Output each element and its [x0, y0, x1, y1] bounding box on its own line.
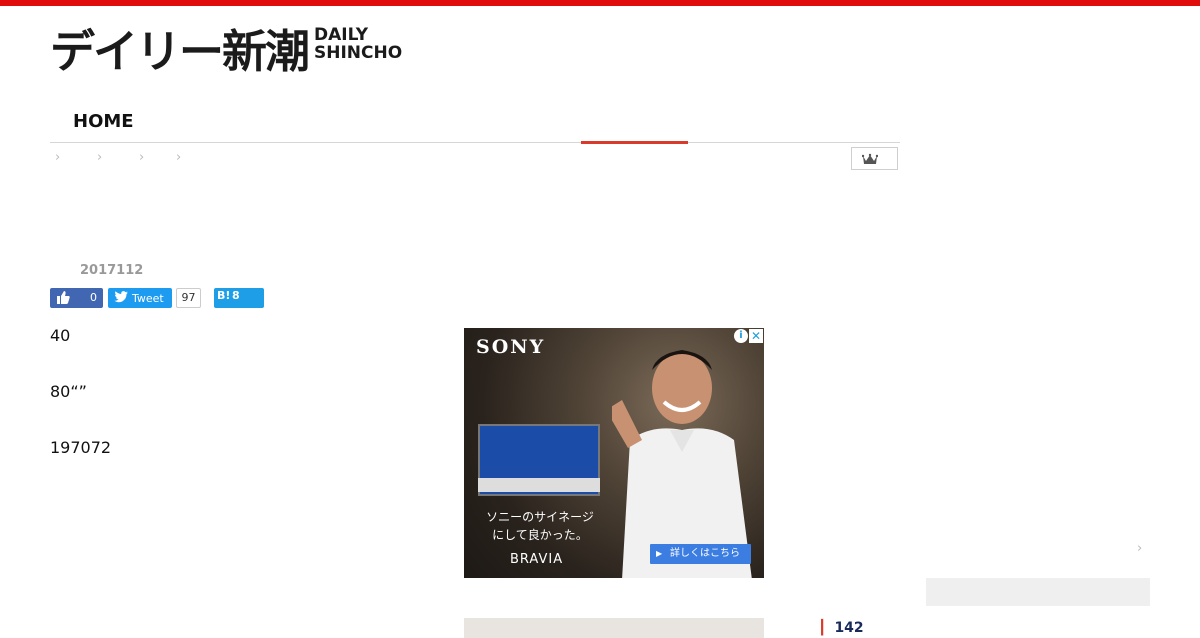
article-paragraph: 197072	[50, 438, 112, 457]
breadcrumb-chevron-icon[interactable]: ›	[176, 150, 181, 165]
tweet-button[interactable]: Tweet	[108, 288, 172, 308]
hatena-bookmark-icon: B!	[217, 289, 231, 302]
ad-tagline-line2: にして良かった。	[492, 528, 588, 542]
breadcrumb-chevron-icon[interactable]: ›	[55, 150, 60, 165]
sidebar-tab-bar[interactable]	[926, 578, 1150, 606]
ad-tv-strip	[478, 478, 600, 492]
ad-tagline: ソニーのサイネージ にして良かった。	[478, 508, 602, 544]
hatena-bookmark-count: 8	[232, 289, 240, 302]
logo-japanese: デイリー新潮	[50, 25, 310, 78]
site-logo[interactable]: デイリー新潮 DAILY SHINCHO	[50, 24, 402, 80]
nav-active-indicator	[581, 141, 688, 144]
logo-english-line1: DAILY	[314, 25, 369, 45]
ranking-button[interactable]	[851, 147, 898, 170]
global-nav: HOME	[50, 108, 900, 144]
top-accent-bar	[0, 0, 1200, 6]
facebook-like-count: 0	[90, 291, 97, 304]
tweet-count: 97	[176, 288, 201, 308]
ad-person-image	[612, 350, 752, 578]
hatena-bookmark-button[interactable]: B! 8	[214, 288, 264, 308]
sony-bravia-ad[interactable]: SONY ソニーのサイネージ にして良かった。 BRAVIA ▶ 詳しくはこちら…	[464, 328, 764, 578]
article-body: 40 80“” 197072	[50, 322, 446, 490]
article-paragraph: 40	[50, 326, 71, 345]
logo-english-line2: SHINCHO	[314, 43, 403, 63]
ad-details-button[interactable]: ▶ 詳しくはこちら	[650, 544, 751, 564]
second-ad-slot[interactable]	[464, 618, 764, 638]
crown-icon	[862, 153, 878, 164]
ad-brand: SONY	[476, 336, 546, 358]
sidebar-count-value: 142	[834, 620, 864, 636]
facebook-like-button[interactable]: 0	[50, 288, 103, 308]
ad-info-icon[interactable]: i	[734, 329, 748, 343]
thumbs-up-icon	[57, 291, 70, 304]
sidebar-count: ┃ 142	[818, 620, 864, 636]
ad-product-name: BRAVIA	[510, 552, 564, 567]
breadcrumb-chevron-icon[interactable]: ›	[97, 150, 102, 165]
nav-home-link[interactable]: HOME	[73, 111, 134, 132]
tweet-label: Tweet	[132, 292, 164, 305]
twitter-bird-icon	[114, 291, 128, 303]
logo-english: DAILY SHINCHO	[314, 26, 402, 62]
article-paragraph: 80“”	[50, 382, 87, 401]
breadcrumb-chevron-icon[interactable]: ›	[139, 150, 144, 165]
ad-close-icon[interactable]: ✕	[749, 329, 763, 343]
article-date: 2017112	[80, 263, 144, 278]
play-arrow-icon: ▶	[656, 549, 663, 558]
ad-details-label: 詳しくはこちら	[670, 548, 740, 559]
rank-mark-icon: ┃	[818, 620, 827, 636]
ad-tagline-line1: ソニーのサイネージ	[486, 510, 594, 524]
chevron-right-icon[interactable]: ›	[1137, 541, 1142, 556]
